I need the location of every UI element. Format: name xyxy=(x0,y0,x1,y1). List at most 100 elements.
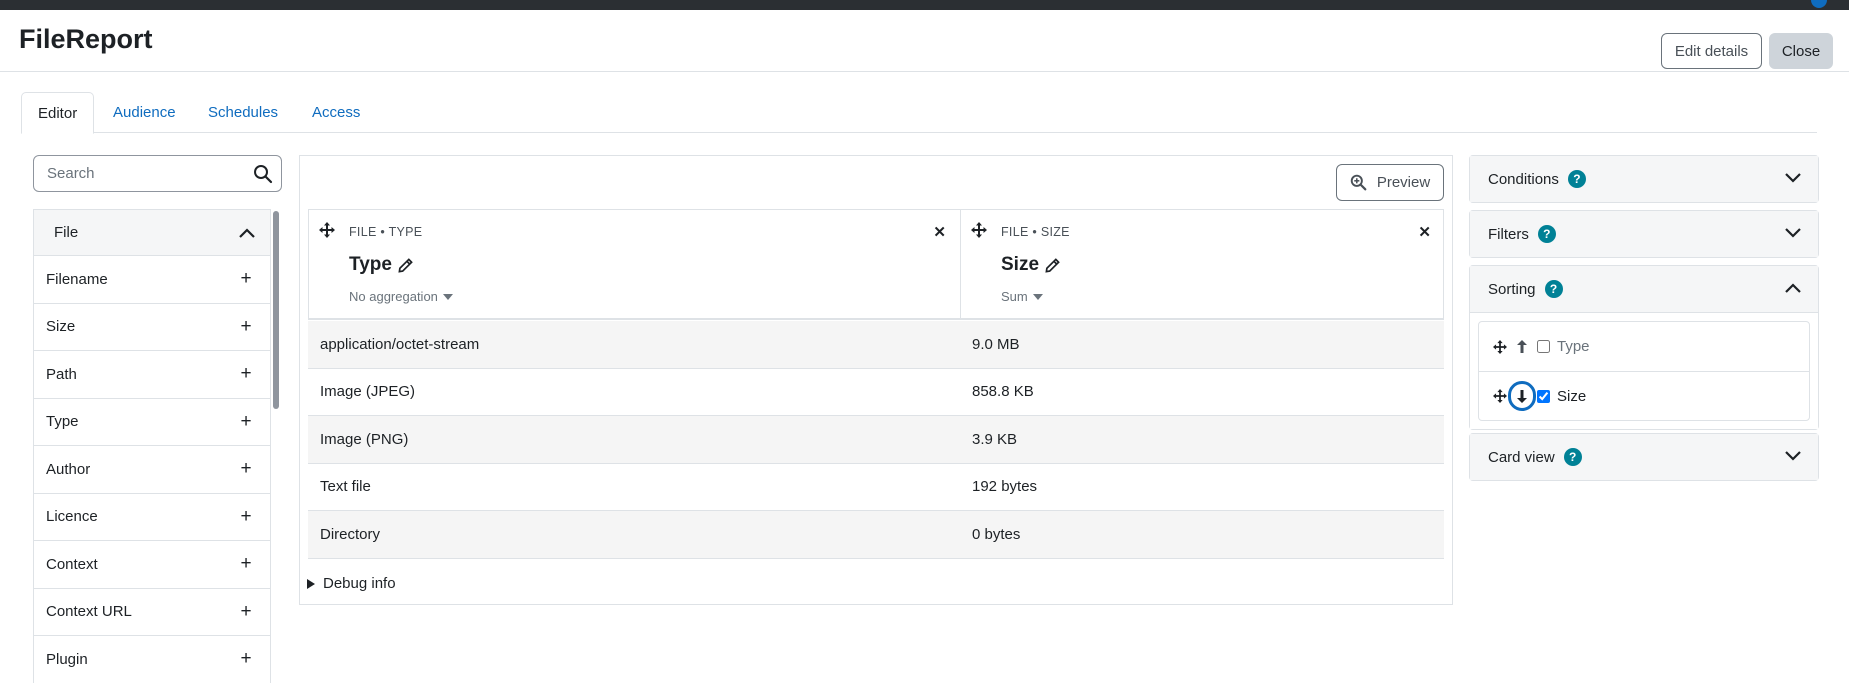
report-table-body: application/octet-stream 9.0 MB Image (JP… xyxy=(308,321,1444,559)
table-row: application/octet-stream 9.0 MB xyxy=(308,321,1444,369)
filters-card: Filters ? xyxy=(1469,210,1819,258)
edit-details-button[interactable]: Edit details xyxy=(1661,33,1762,69)
list-item-label: Plugin xyxy=(46,650,88,668)
list-item-label: Path xyxy=(46,365,77,383)
sort-item-label: Type xyxy=(1557,338,1590,355)
plus-icon: + xyxy=(240,553,252,575)
table-cell: Image (PNG) xyxy=(320,430,409,448)
conditions-label: Conditions xyxy=(1488,170,1559,188)
help-icon[interactable]: ? xyxy=(1537,225,1556,243)
help-icon[interactable]: ? xyxy=(1544,280,1563,298)
chevron-down-icon xyxy=(1785,451,1801,461)
add-column-context-url[interactable]: Context URL + xyxy=(34,589,270,636)
sorting-body: Type Size xyxy=(1470,312,1818,429)
triangle-right-icon xyxy=(307,578,315,589)
card-view-label: Card view xyxy=(1488,448,1555,466)
tab-schedules[interactable]: Schedules xyxy=(192,92,294,133)
search-icon[interactable] xyxy=(253,164,273,184)
add-column-path[interactable]: Path + xyxy=(34,351,270,399)
arrow-up-icon xyxy=(1517,340,1527,353)
chevron-down-icon xyxy=(1785,173,1801,183)
list-item-label: Context xyxy=(46,555,98,573)
plus-icon: + xyxy=(240,363,252,385)
search-box xyxy=(33,155,282,192)
table-row: Image (JPEG) 858.8 KB xyxy=(308,369,1444,416)
top-navbar xyxy=(0,0,1849,10)
table-cell: 192 bytes xyxy=(972,478,1038,496)
table-cell: 9.0 MB xyxy=(972,335,1020,353)
page-title: FileReport xyxy=(19,24,153,54)
close-button[interactable]: Close xyxy=(1769,33,1833,69)
aggregation-value: No aggregation xyxy=(349,289,438,304)
column-header-size: FILE • SIZE ✕ Size Sum xyxy=(961,210,1443,319)
sort-list: Type Size xyxy=(1478,321,1810,421)
column-title-text: Size xyxy=(1001,254,1040,275)
conditions-header[interactable]: Conditions ? xyxy=(1470,156,1818,202)
column-title[interactable]: Size xyxy=(1001,254,1060,276)
tab-audience[interactable]: Audience xyxy=(97,92,192,133)
list-item-label: Context URL xyxy=(46,603,132,621)
close-icon[interactable]: ✕ xyxy=(1418,223,1431,241)
move-icon[interactable] xyxy=(1493,389,1507,403)
search-input[interactable] xyxy=(35,157,245,190)
tab-bar: Editor Audience Schedules Access xyxy=(21,92,1817,134)
add-column-type[interactable]: Type + xyxy=(34,399,270,446)
help-icon[interactable]: ? xyxy=(1563,448,1582,466)
file-group-label: File xyxy=(54,224,79,241)
move-icon[interactable] xyxy=(1493,339,1507,354)
plus-icon: + xyxy=(240,458,252,480)
table-row: Image (PNG) 3.9 KB xyxy=(308,416,1444,464)
list-item-label: Size xyxy=(46,318,76,336)
aggregation-select[interactable]: Sum xyxy=(1001,289,1043,304)
sorting-header[interactable]: Sorting ? xyxy=(1470,266,1818,312)
preview-button[interactable]: Preview xyxy=(1336,164,1444,201)
close-icon[interactable]: ✕ xyxy=(933,223,946,241)
list-item-label: Author xyxy=(46,460,91,478)
add-column-author[interactable]: Author + xyxy=(34,446,270,494)
column-header-type: FILE • TYPE ✕ Type No aggregation xyxy=(309,210,961,319)
filters-label: Filters xyxy=(1488,225,1529,243)
aggregation-select[interactable]: No aggregation xyxy=(349,289,453,304)
add-column-size[interactable]: Size + xyxy=(34,304,270,351)
filters-header[interactable]: Filters ? xyxy=(1470,211,1818,257)
sort-item-label: Size xyxy=(1557,387,1587,405)
move-icon[interactable] xyxy=(319,222,335,238)
sorting-card: Sorting ? Type Size xyxy=(1469,265,1819,430)
preview-label: Preview xyxy=(1376,174,1431,191)
report-column-headers: FILE • TYPE ✕ Type No aggregation FILE •… xyxy=(308,209,1444,320)
list-item-label: Filename xyxy=(46,270,108,288)
sort-checkbox-size[interactable] xyxy=(1537,389,1550,403)
list-item-label: Licence xyxy=(46,508,98,526)
plus-icon: + xyxy=(240,648,252,670)
sort-item-type: Type xyxy=(1479,322,1809,371)
add-column-filename[interactable]: Filename + xyxy=(34,256,270,304)
arrow-down-icon xyxy=(1517,389,1527,403)
table-cell: 0 bytes xyxy=(972,525,1021,543)
add-column-licence[interactable]: Licence + xyxy=(34,494,270,541)
pencil-icon[interactable] xyxy=(1045,257,1060,273)
sorting-label: Sorting xyxy=(1488,280,1536,298)
card-view-header[interactable]: Card view ? xyxy=(1470,434,1818,480)
sort-direction-button[interactable] xyxy=(1514,338,1530,356)
sort-checkbox-type[interactable] xyxy=(1537,340,1550,353)
chevron-up-icon xyxy=(1785,283,1801,293)
column-title[interactable]: Type xyxy=(349,254,413,276)
table-cell: Image (JPEG) xyxy=(320,383,416,401)
plus-icon: + xyxy=(240,505,252,527)
tab-editor[interactable]: Editor xyxy=(21,92,95,134)
sidebar-scrollbar[interactable] xyxy=(272,209,281,683)
file-group-header[interactable]: File xyxy=(34,210,270,256)
tab-access[interactable]: Access xyxy=(296,92,376,133)
scrollbar-thumb[interactable] xyxy=(273,211,279,409)
add-column-context[interactable]: Context + xyxy=(34,541,270,589)
column-category: FILE • TYPE xyxy=(349,225,423,239)
add-column-plugin[interactable]: Plugin + xyxy=(34,636,270,683)
move-icon[interactable] xyxy=(971,222,987,238)
conditions-card: Conditions ? xyxy=(1469,155,1819,203)
zoom-in-icon xyxy=(1350,174,1367,191)
help-icon[interactable]: ? xyxy=(1567,170,1586,188)
sort-direction-button[interactable] xyxy=(1508,381,1536,411)
plus-icon: + xyxy=(240,268,252,290)
pencil-icon[interactable] xyxy=(398,257,413,273)
debug-info-toggle[interactable]: Debug info xyxy=(307,575,396,592)
